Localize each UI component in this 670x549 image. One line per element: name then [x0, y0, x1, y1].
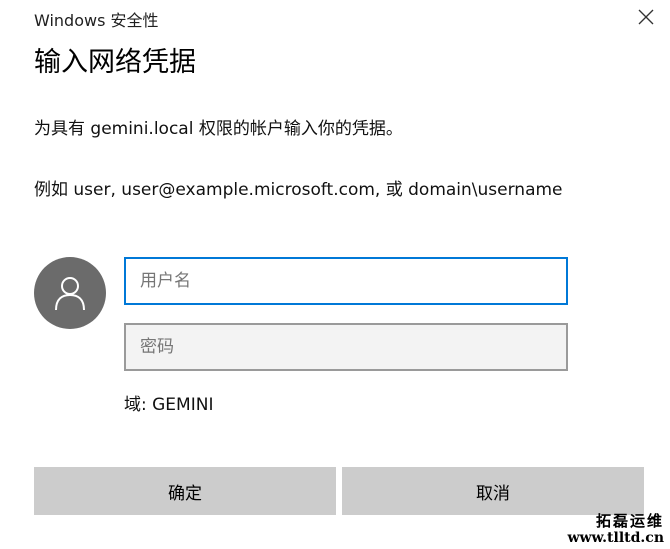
domain-label: 域: GEMINI [124, 395, 214, 415]
password-input[interactable] [124, 323, 568, 371]
ok-button[interactable]: 确定 [34, 467, 336, 515]
avatar [34, 257, 106, 329]
watermark-title: 拓磊运维 [595, 512, 664, 530]
username-input[interactable] [124, 257, 568, 305]
watermark: 拓磊运维 www.tlltd.cn [567, 512, 664, 546]
close-icon [638, 9, 654, 25]
username-example: 例如 user, user@example.microsoft.com, 或 d… [34, 180, 563, 200]
watermark-url: www.tlltd.cn [567, 530, 664, 546]
dialog-heading: 输入网络凭据 [34, 47, 196, 78]
cancel-button[interactable]: 取消 [342, 467, 644, 515]
credential-description: 为具有 gemini.local 权限的帐户输入你的凭据。 [34, 119, 403, 139]
close-button[interactable] [626, 0, 666, 34]
window-title: Windows 安全性 [34, 11, 159, 30]
user-icon [55, 277, 85, 311]
